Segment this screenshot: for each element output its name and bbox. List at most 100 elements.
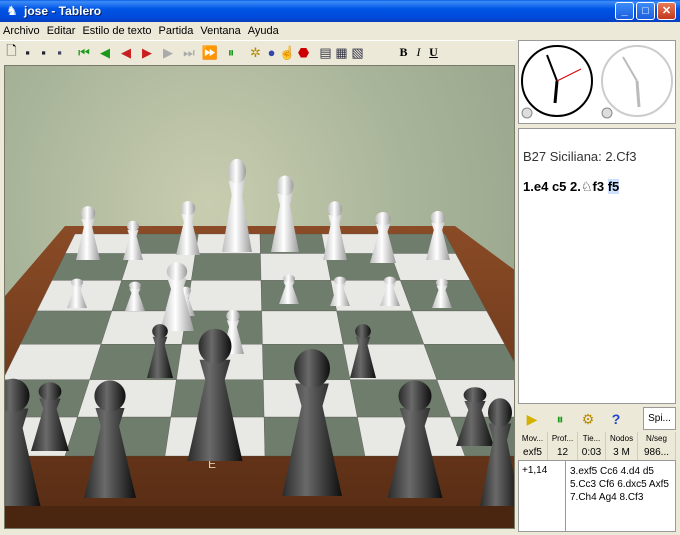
- engine-icon[interactable]: ●: [264, 44, 279, 62]
- new-document-icon[interactable]: 🗋: [4, 43, 19, 62]
- engine-stats: Mov... Prof... Tie... Nodos N/seg exf5 1…: [518, 432, 676, 460]
- menu-editar[interactable]: Editar: [44, 25, 79, 37]
- board-view-icon[interactable]: ▧: [350, 44, 365, 62]
- fast-forward-icon[interactable]: ⏩: [200, 44, 220, 62]
- board-scene: F E D C: [5, 158, 515, 528]
- board-square[interactable]: [5, 344, 102, 380]
- analysis-icon[interactable]: ✲: [248, 44, 263, 62]
- board-square[interactable]: [77, 379, 177, 418]
- game-notation-panel[interactable]: B27 Siciliana: 2.Cf3 1.e4 c5 2.♘f3 f5: [518, 128, 676, 404]
- value-nodes: 3 M: [606, 446, 638, 460]
- board-square[interactable]: [261, 310, 344, 345]
- maximize-button[interactable]: □: [636, 2, 655, 20]
- menu-ayuda[interactable]: Ayuda: [245, 25, 282, 37]
- piece-head: [152, 324, 168, 339]
- piece-head: [94, 380, 126, 412]
- board-square[interactable]: [260, 280, 337, 312]
- piece-head: [327, 201, 343, 217]
- piece-head: [276, 175, 294, 196]
- piece-head: [436, 278, 448, 287]
- previous-move-icon[interactable]: ◀: [95, 44, 115, 62]
- move-1-black[interactable]: c5: [552, 179, 566, 194]
- menu-ventana[interactable]: Ventana: [197, 25, 243, 37]
- engine-name-button[interactable]: Spi...: [643, 407, 676, 430]
- opening-name: B27 Siciliana: 2.Cf3: [523, 149, 637, 164]
- back-variation-icon[interactable]: ◀: [116, 44, 136, 62]
- header-nps: N/seg: [638, 432, 676, 446]
- last-move-icon[interactable]: ⏭: [179, 44, 199, 62]
- header-move: Mov...: [518, 432, 548, 446]
- close-button[interactable]: ✕: [657, 2, 676, 20]
- evaluation-score: +1,14: [522, 465, 548, 476]
- pause-icon[interactable]: ⏸: [221, 44, 241, 62]
- piece-head: [334, 276, 346, 285]
- board-squares: [5, 233, 515, 457]
- engine-pause-icon[interactable]: ⏸: [546, 408, 574, 430]
- piece-head: [226, 309, 240, 322]
- piece-head: [129, 281, 141, 290]
- piece-head: [355, 324, 371, 339]
- engine-play-icon[interactable]: ▶: [518, 408, 546, 430]
- move-list: 1.e4 c5 2.♘f3 f5: [523, 179, 620, 195]
- save-as-icon[interactable]: ▪: [36, 44, 51, 62]
- header-nodes: Nodos: [606, 432, 638, 446]
- piece-head: [228, 158, 246, 184]
- board-square[interactable]: [423, 344, 515, 380]
- white-clock-flag-icon: [521, 107, 533, 119]
- board-square[interactable]: [336, 310, 425, 345]
- notation-icon[interactable]: ▤: [318, 44, 333, 62]
- piece-head: [294, 349, 330, 388]
- piece-head: [166, 262, 188, 281]
- save-icon[interactable]: ▪: [20, 44, 35, 62]
- header-depth: Prof...: [548, 432, 578, 446]
- white-clock-icon: [521, 45, 593, 117]
- italic-button[interactable]: I: [411, 44, 426, 62]
- move-2-white[interactable]: f3: [593, 179, 605, 194]
- database-icon[interactable]: ▦: [334, 44, 349, 62]
- black-clock-flag-icon: [601, 107, 613, 119]
- piece-head: [80, 206, 96, 221]
- piece-head: [398, 380, 432, 412]
- underline-button[interactable]: U: [426, 44, 441, 62]
- engine-help-icon[interactable]: ?: [602, 408, 630, 430]
- white-piece[interactable]: [271, 175, 299, 252]
- white-piece[interactable]: [222, 158, 252, 252]
- title-bar: ♞ jose - Tablero _ □ ✕: [0, 0, 680, 22]
- knight-app-icon: ♞: [6, 3, 18, 18]
- minimize-button[interactable]: _: [615, 2, 634, 20]
- right-panel: B27 Siciliana: 2.Cf3 1.e4 c5 2.♘f3 f5 ▶ …: [517, 40, 680, 535]
- window-title: jose - Tablero: [24, 4, 102, 18]
- chess-board-3d[interactable]: F E D C: [4, 65, 515, 529]
- board-square[interactable]: [260, 253, 331, 281]
- move-2-black-current[interactable]: f5: [607, 179, 620, 194]
- board-square[interactable]: [191, 253, 262, 281]
- piece-body: [271, 193, 299, 252]
- piece-head: [463, 387, 487, 403]
- next-move-icon[interactable]: ▶: [158, 44, 178, 62]
- header-time: Tie...: [578, 432, 606, 446]
- menu-archivo[interactable]: Archivo: [0, 25, 43, 37]
- piece-head: [283, 274, 295, 283]
- forward-variation-icon[interactable]: ▶: [137, 44, 157, 62]
- menu-estilo-de-texto[interactable]: Estilo de texto: [79, 25, 154, 37]
- hint-icon[interactable]: ☝: [279, 44, 295, 62]
- piece-head: [430, 211, 446, 224]
- board-square[interactable]: [186, 280, 262, 312]
- bold-button[interactable]: B: [396, 44, 411, 62]
- stop-icon[interactable]: ⬣: [296, 44, 311, 62]
- piece-head: [488, 398, 512, 427]
- piece-head: [127, 220, 139, 232]
- window-controls: _ □ ✕: [615, 2, 676, 20]
- engine-analysis[interactable]: +1,14 3.exf5 Cc6 4.d4 d5 5.Cc3 Cf6 6.dxc…: [518, 460, 676, 532]
- move-1-white[interactable]: 1.e4: [523, 179, 548, 194]
- save-all-icon[interactable]: ▪: [52, 44, 67, 62]
- menu-partida[interactable]: Partida: [156, 25, 197, 37]
- engine-settings-icon[interactable]: ⚙: [574, 408, 602, 430]
- pv-line: 5.Cc3 Cf6 6.dxc5 Axf5: [570, 479, 669, 490]
- menu-bar: Archivo Editar Estilo de texto Partida V…: [0, 22, 680, 39]
- value-nps: 986...: [638, 446, 676, 460]
- knight-figurine-icon: ♘: [580, 179, 593, 194]
- move-2-number: 2.: [570, 179, 581, 194]
- first-move-icon[interactable]: ⏮: [74, 44, 94, 62]
- value-move: exf5: [518, 446, 548, 460]
